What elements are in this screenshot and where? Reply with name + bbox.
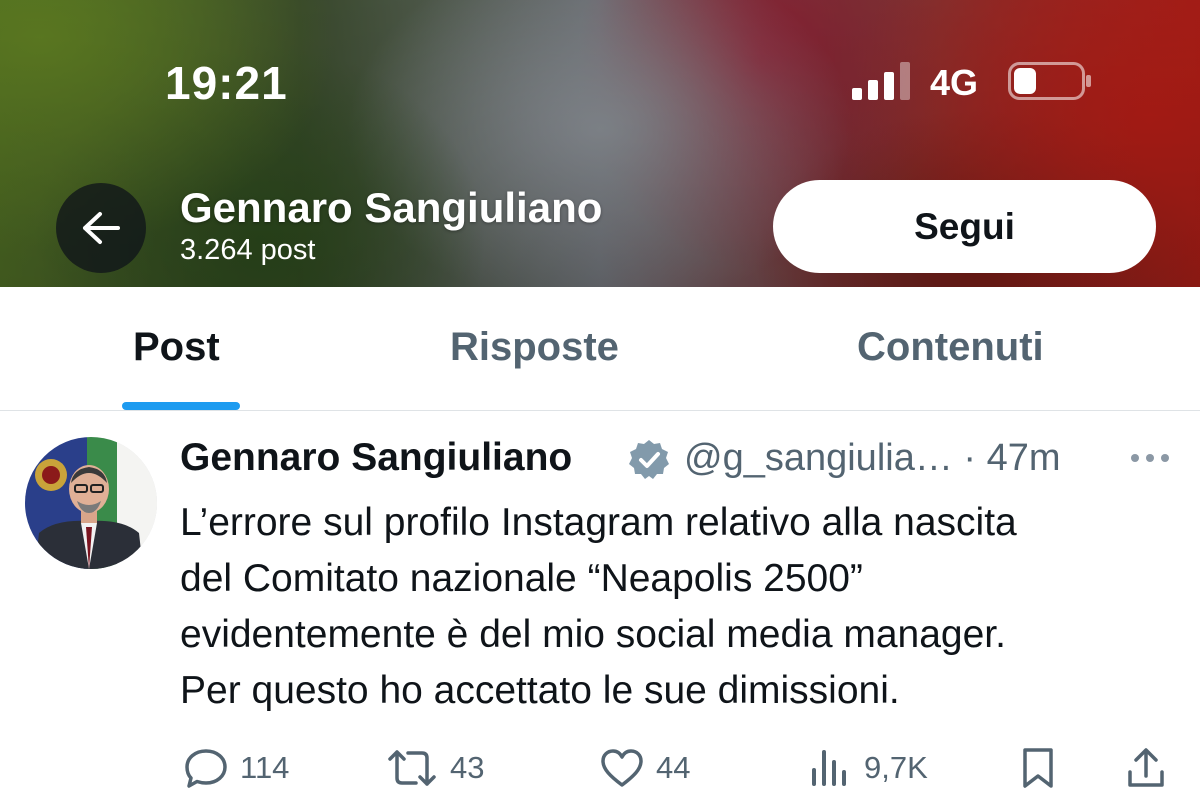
more-icon[interactable] (1128, 448, 1172, 468)
like-icon (601, 749, 643, 787)
post-handle[interactable]: @g_sangiulia… (684, 437, 953, 479)
back-button[interactable] (56, 183, 146, 273)
post-time: · 47m (963, 437, 1061, 479)
profile-tabs: Post Risposte Contenuti (0, 287, 1200, 411)
header-post-count: 3.264 post (180, 234, 316, 266)
network-type: 4G (930, 62, 979, 103)
reply-button[interactable]: 114 (184, 745, 289, 791)
bookmark-button[interactable] (1020, 745, 1056, 791)
post-text-line: evidentemente è del mio social media man… (180, 613, 1006, 656)
post-text-line: L’errore sul profilo Instagram relativo … (180, 501, 1017, 544)
tab-contenuti[interactable]: Contenuti (857, 325, 1044, 370)
signal-icon (852, 62, 912, 100)
tab-post[interactable]: Post (133, 325, 220, 370)
views-button[interactable]: 9,7K (810, 745, 928, 791)
status-time: 19:21 (165, 57, 288, 109)
battery-icon (1008, 62, 1092, 100)
views-count: 9,7K (864, 750, 928, 785)
post-text-line: del Comitato nazionale “Neapolis 2500” (180, 557, 863, 600)
repost-button[interactable]: 43 (386, 745, 484, 791)
repost-count: 43 (450, 750, 485, 785)
follow-button[interactable]: Segui (773, 180, 1156, 273)
reply-icon (185, 749, 227, 788)
back-arrow-icon (83, 212, 120, 244)
post-text-line: Per questo ho accettato le sue dimission… (180, 669, 900, 712)
like-button[interactable]: 44 (600, 745, 690, 791)
post-text: L’errore sul profilo Instagram relativo … (180, 495, 1180, 719)
reply-count: 114 (240, 750, 290, 785)
active-tab-indicator (122, 402, 240, 410)
post-handle-time: @g_sangiulia… · 47m (684, 437, 1061, 480)
bookmark-icon (1023, 748, 1053, 788)
post-author-name[interactable]: Gennaro Sangiuliano (180, 436, 572, 480)
share-button[interactable] (1126, 745, 1166, 791)
avatar[interactable] (25, 437, 157, 569)
like-count: 44 (656, 750, 691, 785)
share-icon (1128, 748, 1164, 787)
repost-icon (388, 750, 436, 786)
views-icon (812, 750, 846, 786)
verified-badge-icon (629, 440, 669, 479)
tab-risposte[interactable]: Risposte (450, 325, 619, 370)
header-profile-name: Gennaro Sangiuliano (180, 184, 603, 231)
